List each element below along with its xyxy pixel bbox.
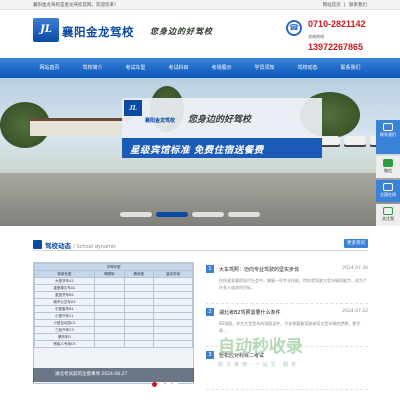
caption-dot-active[interactable]	[152, 382, 157, 387]
nav-venue[interactable]: 考场展示	[200, 58, 243, 78]
news-section-header: 驾校动态 / School dynamic 更多资讯	[33, 239, 368, 251]
news-desc: 在快速发展的现代社会中，掌握一项专业技能，特别是驾驶大型车辆的能力，成为了许多人…	[219, 278, 367, 290]
phone-number-2: 13972267865	[308, 42, 364, 52]
table-row: 大型货车A2	[34, 277, 193, 285]
more-button[interactable]: 更多资讯	[344, 239, 368, 248]
slider-dot[interactable]	[192, 212, 224, 217]
fee-table[interactable]: 学驾车型 驾驶车型 驾照场 教练费 量定时间 大型货车A2 重型牵引车A1 重型货车B…	[33, 262, 194, 384]
billboard-slogan: 您身边的好驾校	[188, 115, 252, 125]
site-slogan: 您身边的好驾校	[150, 26, 213, 36]
table-row: 残疾人专用C5	[34, 340, 193, 348]
caption-dot[interactable]	[166, 382, 171, 387]
nav-notice[interactable]: 学员须知	[243, 58, 286, 78]
billboard-strip-text: 星级宾馆标准 免费住宿送餐费	[130, 145, 264, 156]
slider-dot[interactable]	[228, 212, 260, 217]
news-date: 2024.07.30	[342, 266, 368, 271]
caption-dot[interactable]	[159, 382, 164, 387]
news-title[interactable]: 大车驾照：迈向专业驾驶的坚实步伐	[219, 266, 299, 273]
top-bar: 襄阳金龙驾校是金龙驾校官网，欢迎您来！ 网站首页 | 联系我们	[0, 0, 400, 10]
slider-dot[interactable]	[120, 212, 152, 217]
news-title[interactable]: 湖北考B2驾照需要什么条件	[219, 309, 281, 316]
qr-icon	[383, 207, 393, 215]
chat-icon	[383, 123, 393, 131]
top-links[interactable]: 网站首页 | 联系我们	[323, 2, 367, 8]
news-desc: B2驾照，作为大型货车的驾照证件，不仅承载着驾驶者驾大型车辆的梦想，更代表…	[219, 321, 361, 333]
slider-dots	[0, 212, 400, 218]
section-icon	[33, 240, 42, 249]
car-graphic	[344, 136, 366, 145]
side-contact[interactable]: 联系我们	[376, 120, 400, 154]
caption-dot[interactable]	[173, 382, 178, 387]
table-row: 小型汽车C1	[34, 312, 193, 320]
billboard-logo-icon: JL	[124, 100, 142, 116]
nav-vehicles[interactable]: 考试车型	[114, 58, 157, 78]
table-row: 重型牵引车A1	[34, 284, 193, 292]
nav-news[interactable]: 驾校动态	[286, 58, 329, 78]
watermark: 自动秒收录 软文推荐·一站式·服务	[218, 337, 303, 368]
table-row: 中型客车B1	[34, 305, 193, 313]
section-subtitle: / School dynamic	[73, 244, 117, 250]
nav-about[interactable]: 驾校简介	[71, 58, 114, 78]
table-row: 驾驶车型 驾照场 教练费 量定时间	[34, 270, 193, 278]
phone-icon: ☎	[286, 20, 302, 36]
hotline: 0710-2821142 咨询热线 13972267865	[308, 19, 366, 53]
wechat-icon	[383, 159, 393, 167]
nav-subjects[interactable]: 考试科目	[157, 58, 200, 78]
logo-icon[interactable]: JL	[33, 18, 59, 42]
main-nav: 网站首页 驾校简介 考试车型 考试科目 考场展示 学员须知 驾校动态 联系我们	[0, 58, 400, 78]
nav-contact[interactable]: 联系我们	[329, 58, 372, 78]
section-title: 驾校动态 / School dynamic	[45, 242, 117, 250]
hotline-label: 咨询热线	[308, 34, 324, 39]
slider-dot-active[interactable]	[156, 212, 188, 217]
list-item[interactable]: 1 大车驾照：迈向专业驾驶的坚实步伐 2024.07.30 在快速发展的现代社会…	[206, 263, 368, 304]
side-wechat[interactable]: 微信	[376, 156, 400, 178]
phone-number-1: 0710-2821142	[308, 19, 366, 29]
side-follow[interactable]: 关注我	[376, 204, 400, 226]
side-online[interactable]: 全国在线	[376, 180, 400, 202]
table-row: 城市公交车A3	[34, 298, 193, 306]
table-row: 学驾车型	[34, 263, 193, 271]
site-name: 襄阳金龙驾校	[62, 25, 134, 39]
nav-home[interactable]: 网站首页	[28, 58, 71, 78]
table-row: 重型货车B2	[34, 291, 193, 299]
table-row: 三轮汽车C3	[34, 326, 193, 334]
table-row: 摩托车D	[34, 333, 193, 341]
globe-icon	[383, 183, 393, 191]
table-row: 小型自动挡C2	[34, 319, 193, 327]
caption-dots	[150, 372, 178, 391]
billboard-strip: 星级宾馆标准 免费住宿送餐费	[122, 138, 322, 158]
building-graphic	[30, 118, 130, 136]
billboard-name: 襄阳金龙驾校	[145, 118, 176, 124]
news-date: 2024.07.22	[342, 309, 368, 314]
road-graphic	[0, 173, 400, 226]
welcome-text: 襄阳金龙驾校是金龙驾校官网，欢迎您来！	[33, 3, 119, 8]
